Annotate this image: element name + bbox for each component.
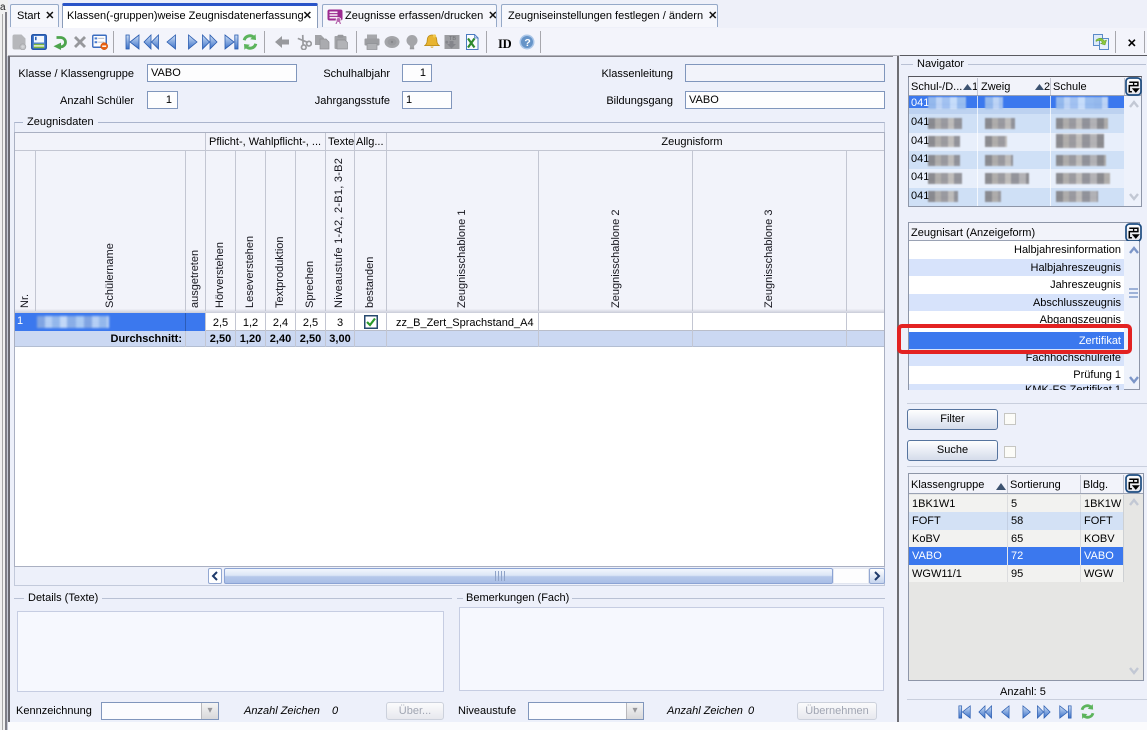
svg-text:?: ? bbox=[524, 37, 530, 49]
